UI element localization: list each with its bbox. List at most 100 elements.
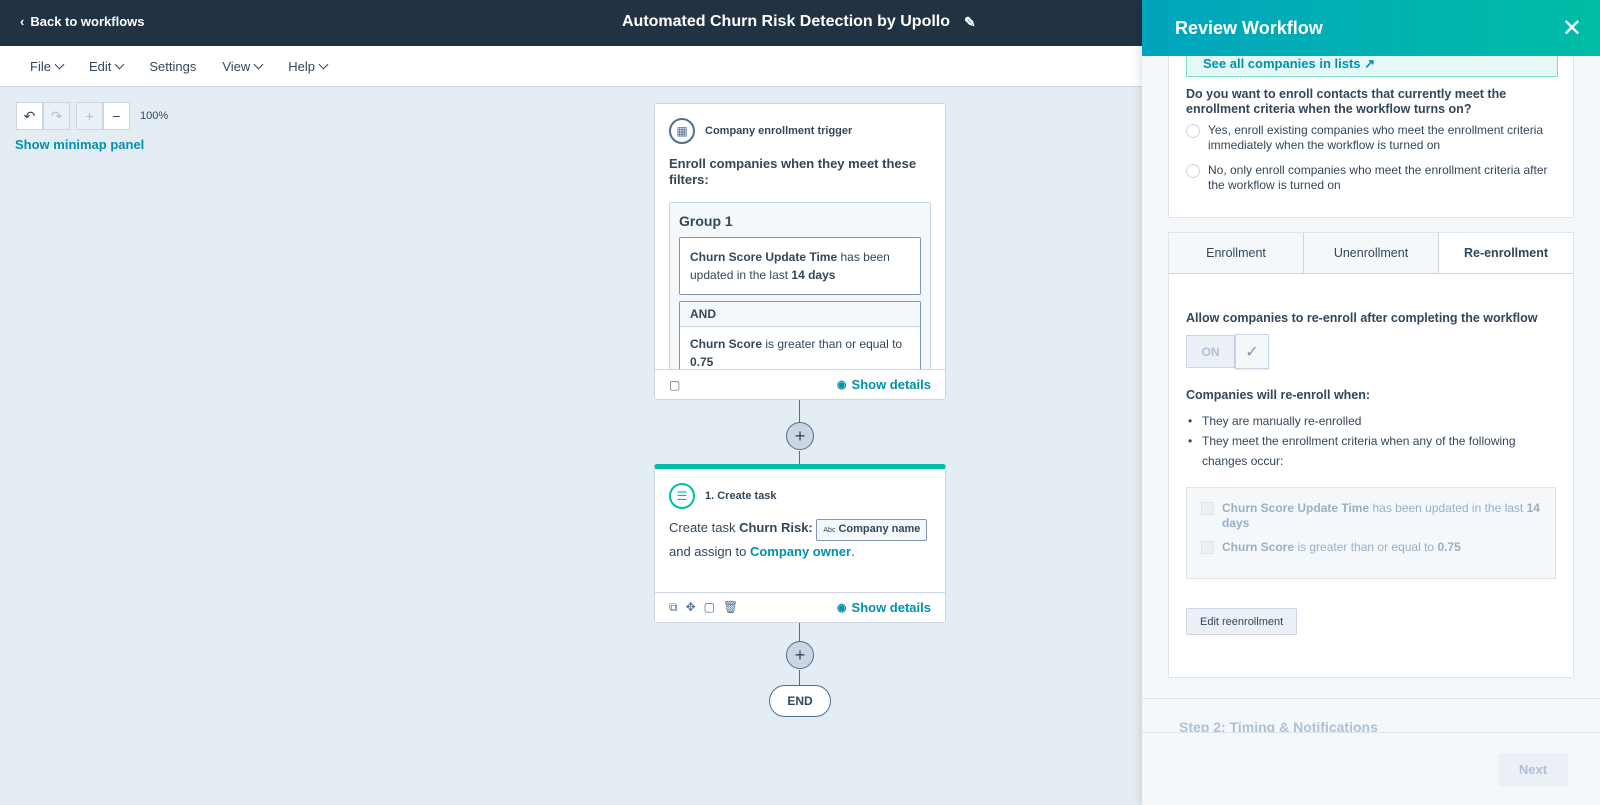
workflow-title: Automated Churn Risk Detection by Upollo…: [622, 13, 976, 31]
filter-churn-update-time: Churn Score Update Time has been updated…: [679, 237, 921, 295]
reenroll-conditions-list: They are manually re-enrolled They meet …: [1186, 411, 1556, 471]
radio-button[interactable]: [1186, 124, 1200, 138]
list-item: They are manually re-enrolled: [1186, 411, 1556, 431]
group-title: Group 1: [679, 213, 733, 229]
plus-icon: +: [794, 644, 806, 665]
reenroll-toggle[interactable]: ON ✓: [1186, 334, 1269, 369]
menu-view[interactable]: View: [222, 58, 264, 74]
list-item: They meet the enrollment criteria when a…: [1186, 431, 1556, 471]
filter-group: Group 1 Churn Score Update Time has been…: [669, 202, 931, 381]
assign-suffix: .: [851, 544, 855, 559]
next-button[interactable]: Next: [1498, 753, 1568, 786]
chevron-down-icon: [253, 59, 264, 69]
criteria-churn-update-time: Churn Score Update Time has been updated…: [1201, 501, 1541, 531]
connector-line: [799, 670, 800, 686]
external-link-icon: ↗: [1364, 56, 1376, 71]
clipboard-icon[interactable]: ▢: [704, 600, 715, 615]
add-action-button[interactable]: +: [786, 422, 814, 450]
zoom-in-button[interactable]: +: [76, 102, 103, 130]
filter-value: 14 days: [791, 268, 836, 282]
panel-title: Review Workflow: [1175, 18, 1323, 38]
eye-icon: ◉: [836, 379, 847, 391]
step2-label: Step 2: Timing & Notifications: [1179, 719, 1378, 732]
chevron-down-icon: [54, 59, 65, 69]
plus-icon: +: [85, 108, 94, 124]
copy-icon[interactable]: ⧉: [669, 600, 678, 615]
review-workflow-panel: Review Workflow ✕ See all companies in l…: [1142, 0, 1600, 805]
move-icon[interactable]: ✥: [686, 600, 696, 615]
show-details-link[interactable]: ◉ Show details: [837, 600, 931, 615]
tab-re-enrollment[interactable]: Re-enrollment: [1439, 233, 1573, 273]
zoom-level: 100%: [140, 110, 169, 122]
chevron-down-icon: [318, 59, 329, 69]
enrollment-trigger-card[interactable]: ▦ Company enrollment trigger Enroll comp…: [654, 103, 946, 400]
radio-label: Yes, enroll existing companies who meet …: [1208, 123, 1544, 152]
tab-enrollment[interactable]: Enrollment: [1169, 233, 1304, 273]
create-task-card[interactable]: ☰ 1. Create task Create task Churn Risk:…: [654, 464, 946, 623]
menu-view-label: View: [222, 58, 251, 74]
zoom-controls: ↶ ↷ + − 100%: [16, 102, 168, 130]
menu-settings-label: Settings: [149, 58, 197, 74]
toggle-on-label: ON: [1186, 335, 1235, 368]
radio-button[interactable]: [1186, 164, 1200, 178]
radio-label: No, only enroll companies who meet the e…: [1208, 163, 1548, 192]
redo-button[interactable]: ↷: [43, 102, 70, 130]
edit-reenrollment-button[interactable]: Edit reenrollment: [1186, 608, 1298, 635]
workflow-title-text: Automated Churn Risk Detection by Upollo: [622, 13, 951, 30]
close-icon[interactable]: ✕: [1562, 14, 1582, 43]
menu-settings[interactable]: Settings: [149, 59, 196, 74]
task-card-footer: ⧉ ✥ ▢ 🗑 ◉ Show details: [655, 592, 945, 622]
enrollment-settings-section: Enrollment Unenrollment Re-enrollment Al…: [1168, 232, 1574, 678]
see-all-companies-link[interactable]: See all companies in lists ↗: [1186, 56, 1558, 77]
filter-property: Churn Score: [690, 337, 763, 351]
panel-body[interactable]: See all companies in lists ↗ Do you want…: [1142, 56, 1600, 732]
back-to-workflows-link[interactable]: ‹ Back to workflows: [20, 14, 144, 29]
trash-icon[interactable]: 🗑: [723, 600, 738, 615]
reenroll-question: Allow companies to re-enroll after compl…: [1186, 311, 1538, 325]
panel-header: Review Workflow ✕: [1142, 0, 1600, 56]
step2-section[interactable]: Step 2: Timing & Notifications: [1142, 698, 1600, 732]
panel-footer: Next: [1142, 732, 1600, 805]
undo-button[interactable]: ↶: [16, 102, 43, 130]
show-minimap-link[interactable]: Show minimap panel: [15, 137, 144, 152]
clipboard-icon[interactable]: ▢: [669, 378, 680, 392]
reenroll-criteria-box: Churn Score Update Time has been updated…: [1186, 487, 1556, 579]
zoom-out-button[interactable]: −: [103, 102, 130, 130]
building-icon: ▦: [669, 118, 695, 144]
connector-line: [799, 623, 800, 643]
trigger-card-title: Company enrollment trigger: [705, 125, 853, 137]
redo-icon: ↷: [50, 107, 63, 124]
criteria-operator: is greater than or equal to: [1294, 540, 1438, 554]
criteria-value: 0.75: [1437, 540, 1461, 554]
trigger-card-footer: ▢ ◉ Show details: [655, 369, 945, 399]
trigger-card-header: ▦ Company enrollment trigger: [655, 104, 945, 152]
menu-help[interactable]: Help: [288, 59, 329, 74]
enrollment-tabs: Enrollment Unenrollment Re-enrollment: [1169, 233, 1573, 274]
filter-property: Churn Score Update Time: [690, 250, 838, 264]
pencil-icon[interactable]: ✎: [964, 14, 976, 31]
minus-icon: −: [112, 108, 121, 124]
tab-unenrollment[interactable]: Unenrollment: [1304, 233, 1439, 273]
assign-prefix: and assign to: [669, 544, 750, 559]
task-description: Create task Churn Risk: Abc Company name …: [655, 517, 945, 562]
menu-file[interactable]: File: [30, 59, 65, 74]
menu-edit-label: Edit: [88, 58, 112, 74]
plus-icon: +: [794, 425, 806, 446]
criteria-churn-score: Churn Score is greater than or equal to …: [1201, 540, 1541, 555]
menu-edit[interactable]: Edit: [88, 58, 125, 74]
company-name-token: Abc Company name: [816, 519, 928, 541]
workflow-canvas[interactable]: ↶ ↷ + − 100% Show minimap panel ▦ Compan…: [0, 87, 1142, 805]
radio-enroll-new-only[interactable]: No, only enroll companies who meet the e…: [1186, 163, 1566, 193]
radio-enroll-existing[interactable]: Yes, enroll existing companies who meet …: [1186, 123, 1566, 153]
show-details-link[interactable]: ◉ Show details: [837, 377, 931, 392]
chevron-down-icon: [114, 59, 125, 69]
add-action-button[interactable]: +: [786, 641, 814, 669]
task-card-header: ☰ 1. Create task: [655, 469, 945, 517]
chevron-left-icon: ‹: [20, 14, 25, 29]
reenroll-conditions-heading: Companies will re-enroll when:: [1186, 388, 1371, 402]
criteria-property: Churn Score Update Time: [1222, 501, 1370, 515]
enroll-existing-question: Do you want to enroll contacts that curr…: [1186, 87, 1507, 116]
and-label: AND: [680, 302, 920, 327]
task-name: Churn Risk:: [739, 520, 813, 535]
checkbox: [1201, 502, 1214, 515]
